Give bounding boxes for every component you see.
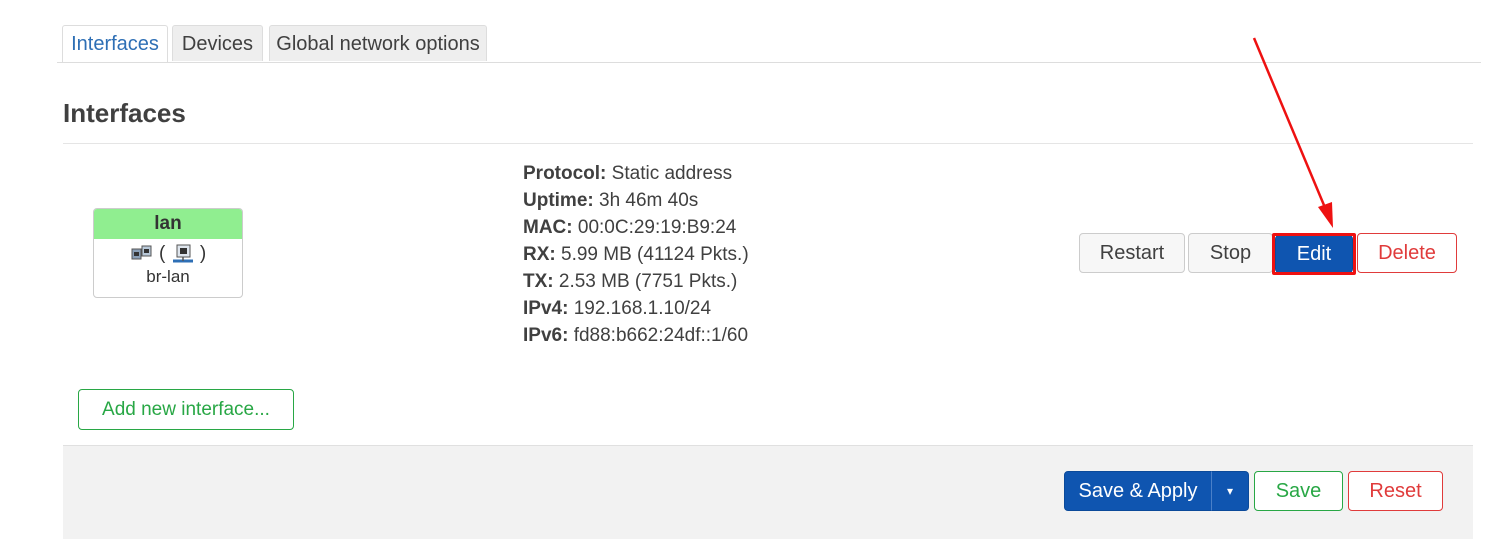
network-ports-icon (130, 243, 159, 264)
delete-button[interactable]: Delete (1357, 233, 1457, 273)
status-label: RX: (523, 244, 556, 265)
reset-button[interactable]: Reset (1348, 471, 1443, 511)
status-tx: TX: 2.53 MB (7751 Pkts.) (523, 268, 749, 295)
restart-button[interactable]: Restart (1079, 233, 1185, 273)
interface-badge: lan ( ) br-lan (93, 208, 243, 298)
status-label: MAC: (523, 217, 573, 238)
status-value: 192.168.1.10/24 (573, 298, 712, 319)
chevron-down-icon: ▾ (1226, 484, 1234, 498)
tab-bar: Interfaces Devices Global network option… (57, 25, 1481, 63)
divider (63, 143, 1473, 144)
interface-device: br-lan (146, 267, 190, 286)
save-button[interactable]: Save (1254, 471, 1343, 511)
interface-icons: ( ) (94, 243, 242, 269)
save-apply-button[interactable]: Save & Apply (1064, 471, 1212, 511)
interface-name: lan (94, 209, 242, 239)
interface-status: Protocol: Static address Uptime: 3h 46m … (523, 160, 749, 349)
status-ipv6: IPv6: fd88:b662:24df::1/60 (523, 322, 749, 349)
status-mac: MAC: 00:0C:29:19:B9:24 (523, 214, 749, 241)
edit-highlight-box (1272, 233, 1356, 275)
status-label: Protocol: (523, 163, 607, 184)
status-ipv4: IPv4: 192.168.1.10/24 (523, 295, 749, 322)
status-label: TX: (523, 271, 554, 292)
bracket-close: ) (199, 243, 207, 265)
add-interface-button[interactable]: Add new interface... (78, 389, 294, 430)
tab-devices[interactable]: Devices (172, 25, 263, 61)
status-value: 3h 46m 40s (599, 190, 699, 211)
status-protocol: Protocol: Static address (523, 160, 749, 187)
tab-global-network-options[interactable]: Global network options (269, 25, 487, 61)
status-label: IPv4: (523, 298, 569, 319)
status-label: Uptime: (523, 190, 594, 211)
status-value: 2.53 MB (7751 Pkts.) (558, 271, 738, 292)
save-apply-dropdown-toggle[interactable]: ▾ (1211, 471, 1249, 511)
status-value: 5.99 MB (41124 Pkts.) (561, 244, 749, 265)
network-bridge-icon (165, 243, 200, 264)
status-value: Static address (611, 163, 733, 184)
stop-button[interactable]: Stop (1188, 233, 1273, 273)
status-uptime: Uptime: 3h 46m 40s (523, 187, 749, 214)
status-value: 00:0C:29:19:B9:24 (577, 217, 737, 238)
status-rx: RX: 5.99 MB (41124 Pkts.) (523, 241, 749, 268)
tab-interfaces[interactable]: Interfaces (62, 25, 168, 62)
status-value: fd88:b662:24df::1/60 (573, 325, 749, 346)
status-label: IPv6: (523, 325, 569, 346)
page-title: Interfaces (63, 98, 186, 128)
